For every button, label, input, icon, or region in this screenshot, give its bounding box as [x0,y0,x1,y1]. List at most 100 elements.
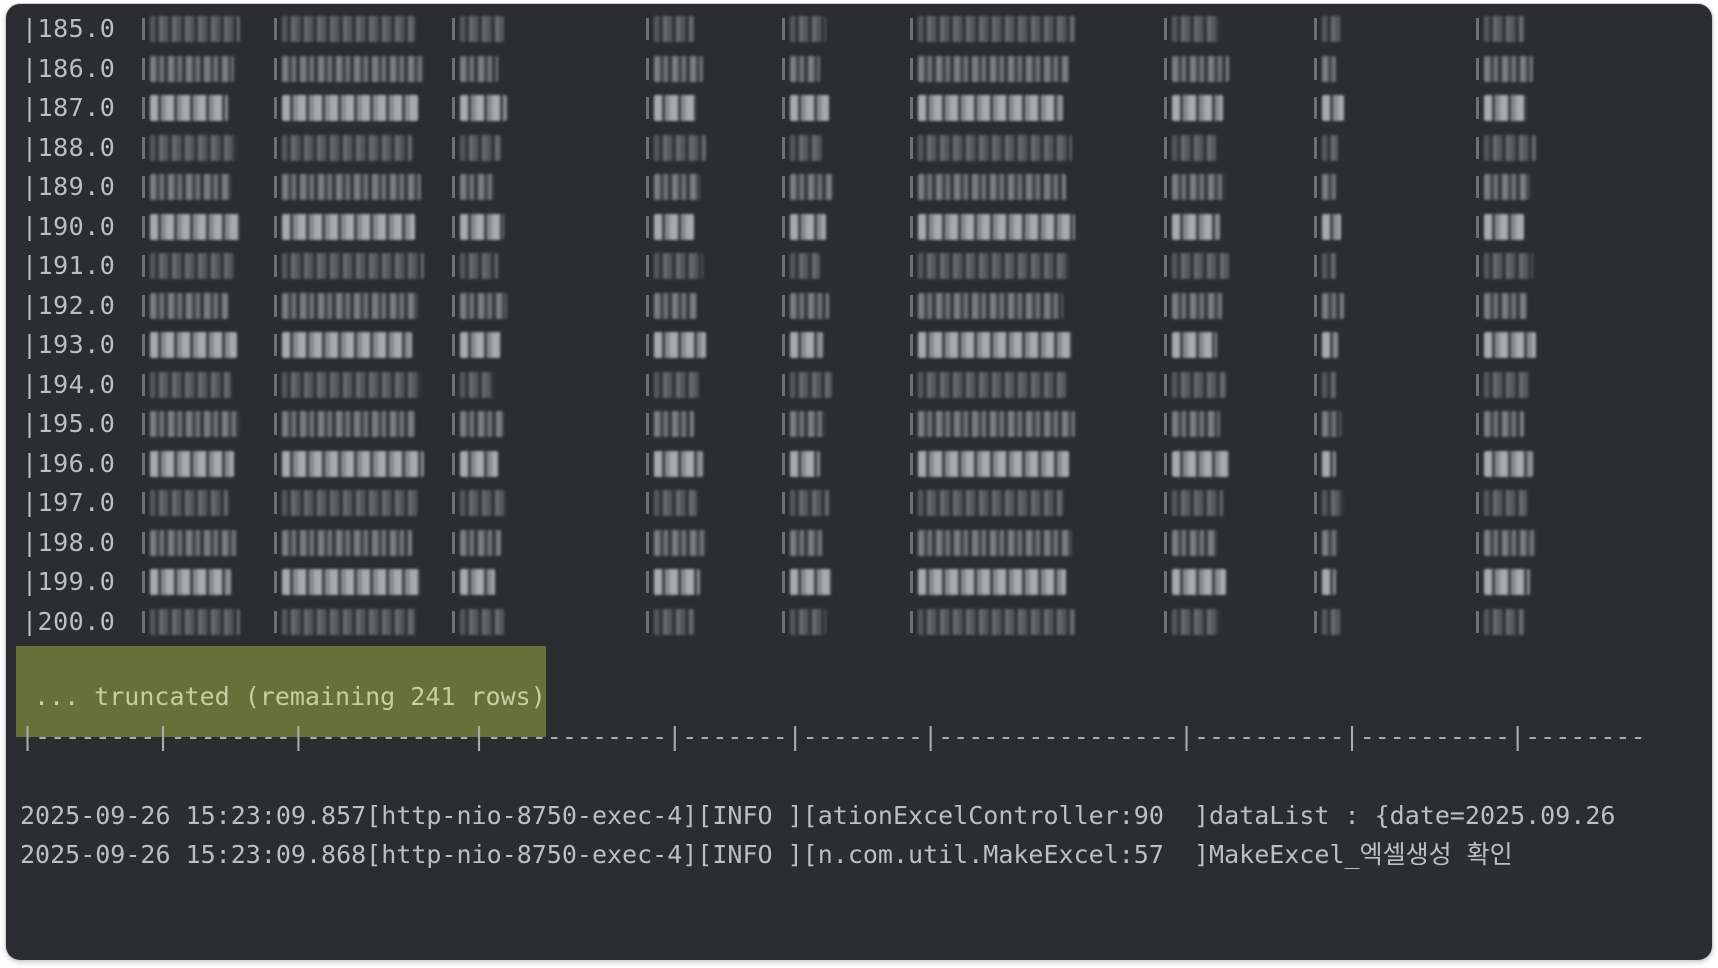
redacted-cell [646,134,706,161]
redacted-cell [910,134,1075,161]
redacted-cell [910,450,1075,477]
redacted-cell [1314,450,1344,477]
table-row: |195.0 [6,403,1712,446]
redacted-cell [274,16,424,42]
row-index: |186.0 [22,53,116,83]
redacted-cell [910,174,1075,200]
row-index: |191.0 [22,251,116,280]
redacted-cell [1476,371,1536,398]
redacted-cell [1164,213,1229,240]
redacted-cell [646,292,706,319]
redacted-cell [452,134,507,161]
redacted-cell [142,608,240,635]
redacted-cell [910,332,1075,358]
redacted-cell [1314,95,1344,121]
row-index: |193.0 [22,330,116,359]
redacted-cell [1476,332,1536,358]
row-index: |192.0 [22,290,116,320]
redacted-cell [1164,55,1229,82]
redacted-cell [646,371,706,398]
redacted-cell [910,213,1075,240]
redacted-cell [274,371,424,398]
redacted-cell [1164,411,1229,437]
row-index: |188.0 [22,132,116,162]
redacted-cell [1164,529,1229,556]
redacted-cell [452,16,507,42]
redacted-cell [910,529,1075,556]
redacted-cell [274,490,424,516]
truncated-notice: ... truncated (remaining 241 rows) [34,682,546,711]
redacted-cell [274,411,424,437]
redacted-cell [452,213,507,240]
redacted-cell [1476,134,1536,161]
redacted-cell [910,411,1075,437]
row-index: |189.0 [22,172,116,201]
row-index: |194.0 [22,369,116,399]
redacted-cell [142,490,240,516]
redacted-cell [646,213,706,240]
redacted-cell [1164,95,1229,121]
redacted-cell [1476,411,1536,437]
redacted-cell [782,569,832,595]
redacted-cell [1476,16,1536,42]
redacted-cell [142,292,240,319]
row-index: |185.0 [22,14,116,43]
table-row: |199.0 [6,561,1712,604]
redacted-cell [142,569,240,595]
table-row: |186.0 [6,48,1712,91]
redacted-cell [452,95,507,121]
redacted-cell [646,608,706,635]
redacted-cell [1476,174,1536,200]
redacted-cell [910,95,1075,121]
redacted-cell [1164,16,1229,42]
redacted-cell [452,608,507,635]
redacted-cell [1164,174,1229,200]
table-row: |196.0 [6,443,1712,486]
redacted-cell [646,55,706,82]
table-row: |191.0 [6,245,1712,288]
redacted-cell [646,174,706,200]
redacted-cell [646,16,706,42]
redacted-cell [452,332,507,358]
redacted-cell [274,332,424,358]
redacted-cell [274,608,424,635]
redacted-cell [910,16,1075,42]
table-row: |192.0 [6,285,1712,328]
redacted-cell [646,253,706,279]
redacted-cell [1314,608,1344,635]
log-line: 2025-09-26 15:23:09.857[http-nio-8750-ex… [20,801,1616,830]
redacted-cell [782,292,832,319]
redacted-cell [782,608,832,635]
redacted-cell [782,134,832,161]
redacted-cell [452,292,507,319]
redacted-cell [910,371,1075,398]
redacted-cell [1476,292,1536,319]
redacted-cell [782,253,832,279]
table-row: |189.0 [6,166,1712,209]
row-index: |197.0 [22,488,116,517]
redacted-cell [452,253,507,279]
redacted-cell [452,174,507,200]
redacted-cell [1476,490,1536,516]
redacted-cell [142,332,240,358]
redacted-cell [1314,174,1344,200]
redacted-cell [1476,529,1536,556]
redacted-cell [1314,569,1344,595]
redacted-cell [782,450,832,477]
row-index: |190.0 [22,211,116,241]
redacted-cell [452,55,507,82]
redacted-cell [452,490,507,516]
log-line: 2025-09-26 15:23:09.868[http-nio-8750-ex… [20,840,1513,869]
redacted-cell [142,450,240,477]
redacted-cell [142,213,240,240]
redacted-cell [782,213,832,240]
redacted-cell [782,95,832,121]
redacted-cell [452,569,507,595]
redacted-cell [1164,490,1229,516]
row-index: |198.0 [22,527,116,557]
redacted-cell [646,569,706,595]
redacted-cell [142,55,240,82]
redacted-cell [646,95,706,121]
redacted-cell [142,95,240,121]
redacted-cell [1164,371,1229,398]
